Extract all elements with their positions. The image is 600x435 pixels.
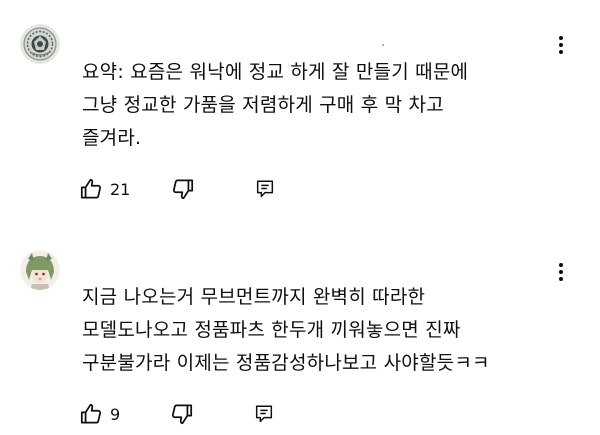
like-button[interactable]: 21 — [78, 174, 130, 204]
like-button[interactable]: 9 — [78, 399, 120, 429]
more-options-button[interactable] — [549, 33, 573, 57]
thumbs-up-icon — [80, 403, 102, 424]
comment-actions: 21 — [78, 174, 276, 204]
comment-line: 모델도나오고 정품파츠 한두개 끼워놓으면 진짜 — [82, 319, 461, 341]
thumbs-up-icon — [80, 178, 102, 199]
comment-line: 즐겨라. — [82, 127, 142, 149]
comment-line: 구분불가라 이제는 정품감성하나보고 사야할듯ㅋㅋ — [82, 352, 490, 374]
anime-character-avatar-icon — [20, 250, 60, 290]
comment-actions: 9 — [78, 399, 275, 429]
avatar[interactable] — [20, 250, 60, 290]
emblem-avatar-icon — [20, 24, 60, 64]
more-vertical-icon — [559, 36, 563, 54]
comment-line: 요약: 요즘은 워낙에 정교 하게 잘 만들기 때문에 — [82, 61, 469, 83]
reply-icon — [256, 405, 273, 423]
decorative-dot — [382, 44, 384, 46]
comment-line: 그냥 정교한 가품을 저렴하게 구매 후 막 차고 — [82, 94, 444, 116]
reply-button[interactable] — [253, 399, 275, 429]
reply-button[interactable] — [254, 174, 276, 204]
comment-text: 요약: 요즘은 워낙에 정교 하게 잘 만들기 때문에 그냥 정교한 가품을 저… — [82, 56, 582, 155]
comment-line: 지금 나오는거 무브먼트까지 완벽히 따라한 — [82, 286, 426, 308]
dislike-button[interactable] — [170, 174, 196, 204]
thumbs-down-icon — [172, 404, 193, 425]
reply-icon — [257, 180, 274, 198]
comment-text: 지금 나오는거 무브먼트까지 완벽히 따라한 모델도나오고 정품파츠 한두개 끼… — [82, 281, 582, 380]
avatar[interactable] — [20, 24, 60, 64]
thumbs-down-icon — [173, 179, 194, 200]
dislike-button[interactable] — [169, 399, 195, 429]
like-count: 9 — [110, 404, 121, 424]
like-count: 21 — [110, 179, 131, 199]
